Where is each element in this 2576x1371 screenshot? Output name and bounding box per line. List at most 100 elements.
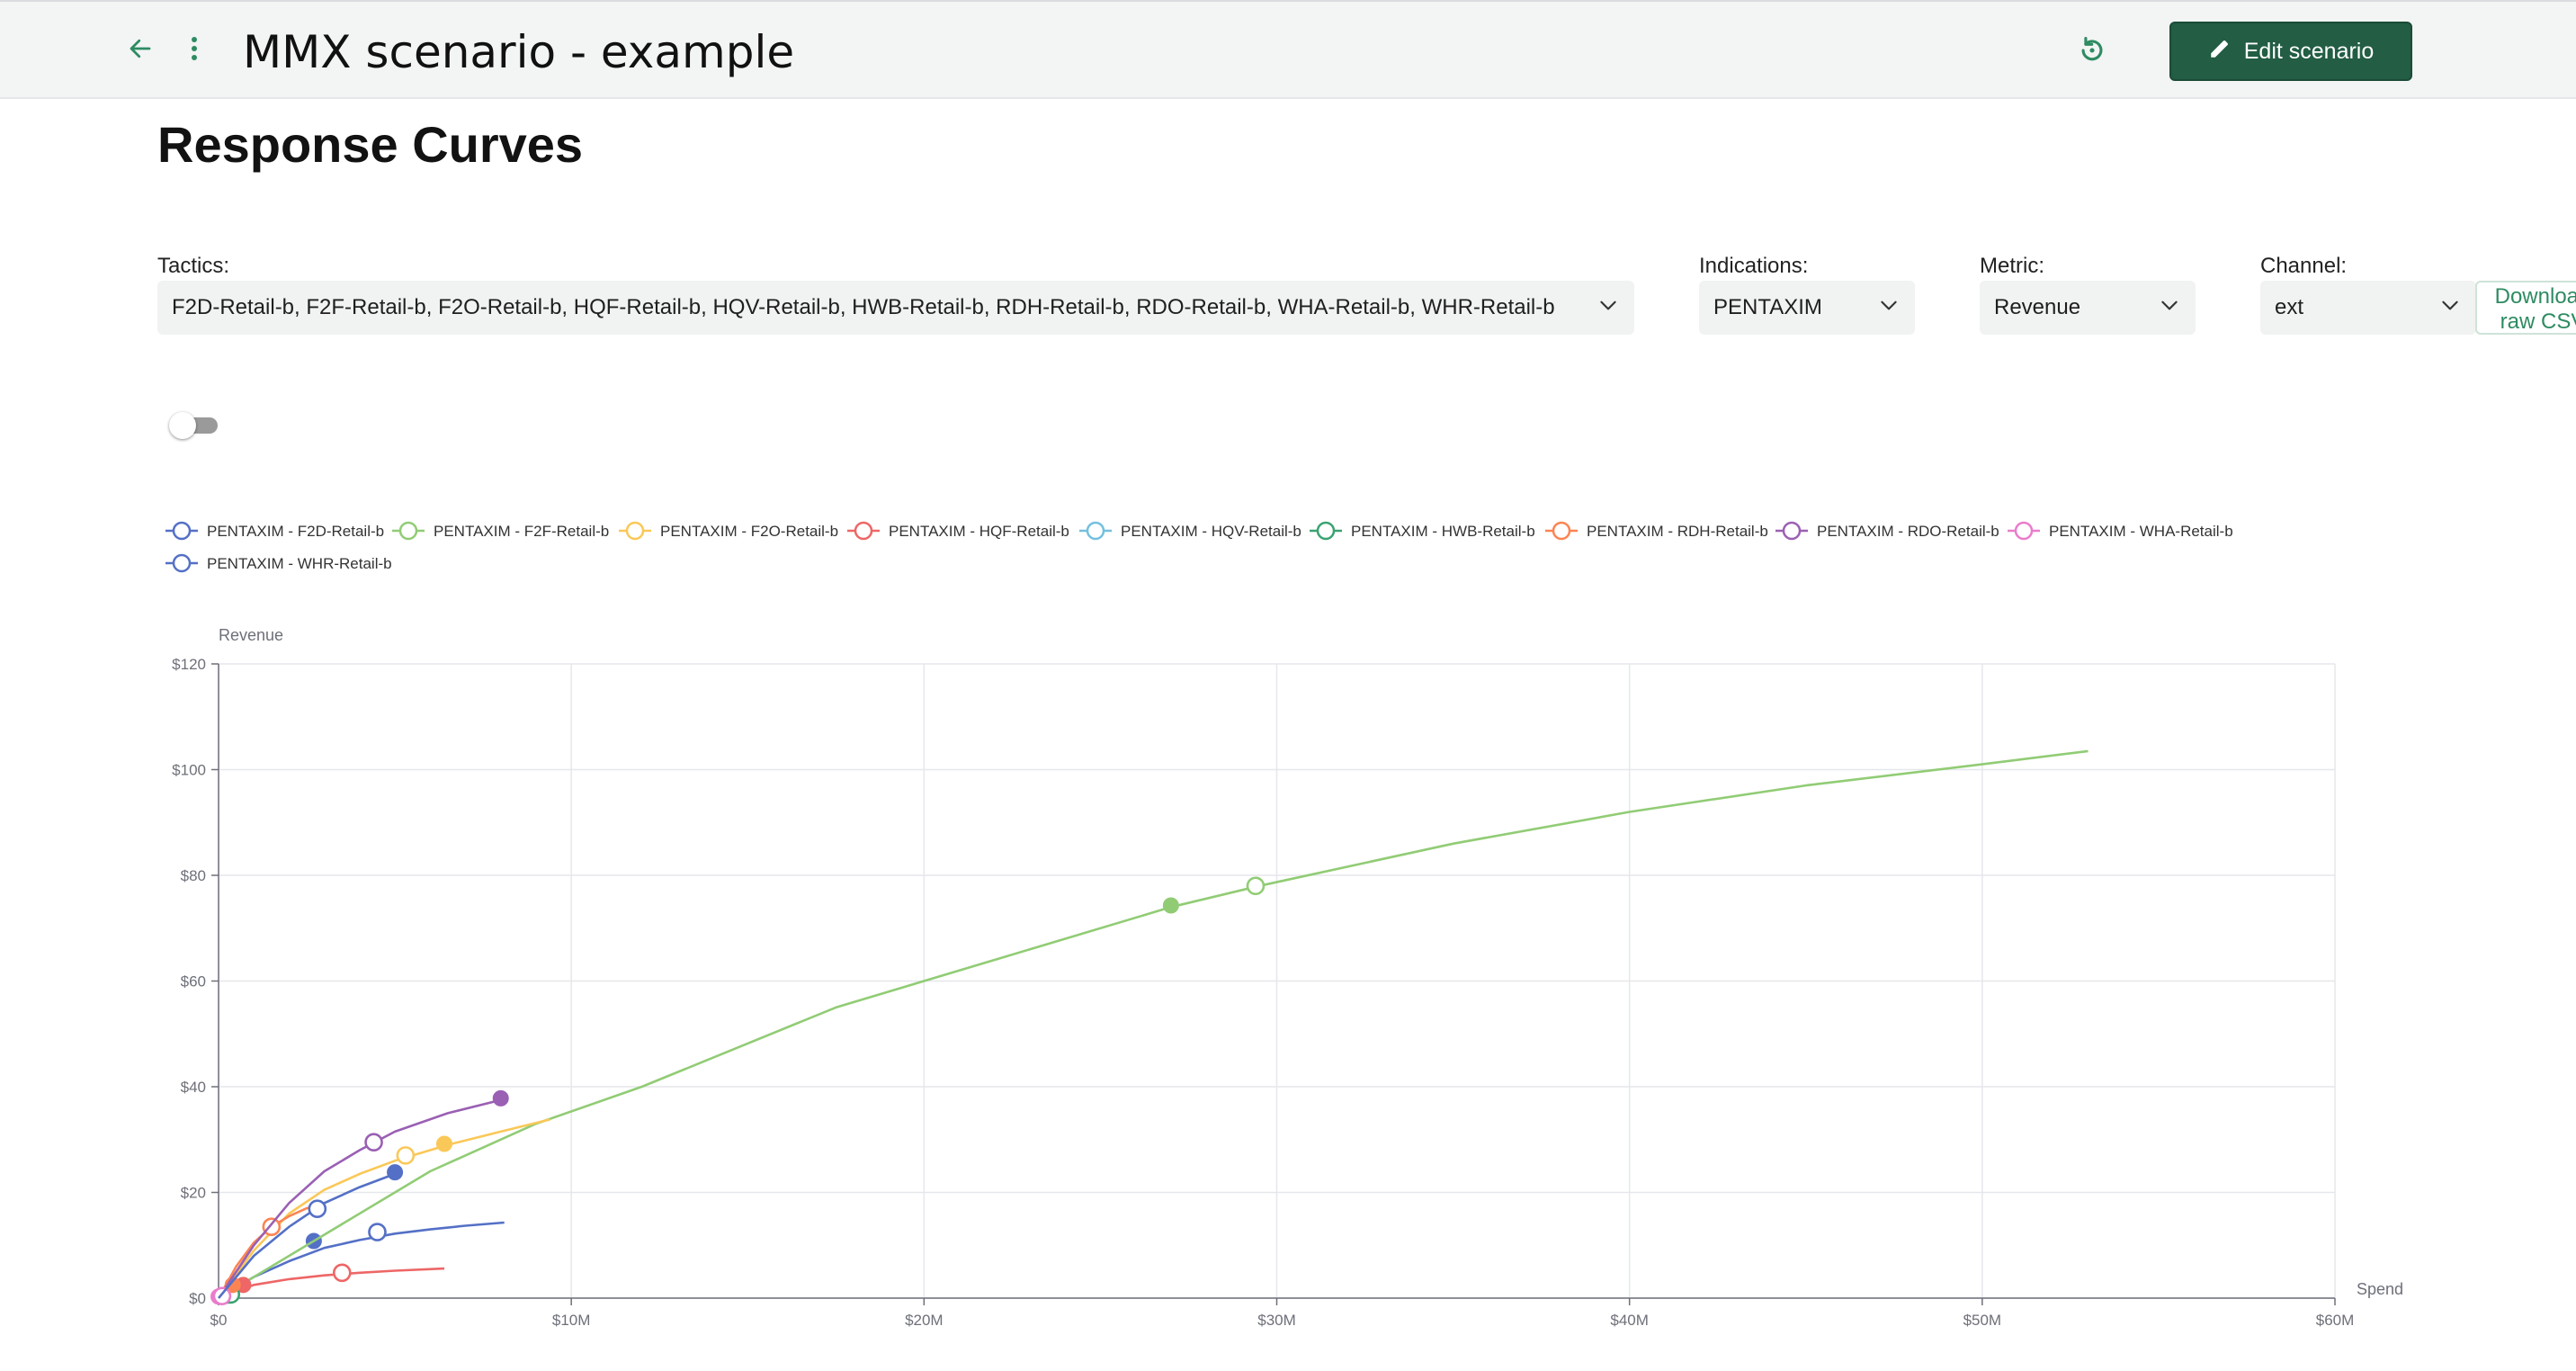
legend-item: PENTAXIM - HQV-Retail-b xyxy=(1079,521,1301,541)
section-title: Response Curves xyxy=(157,116,584,173)
page-title: MMX scenario - example xyxy=(243,26,795,78)
y-tick-label: $100 xyxy=(172,762,206,779)
legend-marker xyxy=(172,521,192,541)
legend-label: PENTAXIM - F2F-Retail-b xyxy=(434,523,609,540)
legend-item: PENTAXIM - F2O-Retail-b xyxy=(619,521,838,541)
legend-marker xyxy=(854,521,873,541)
optimized-point xyxy=(492,1089,509,1107)
optimized-point xyxy=(1162,897,1179,914)
legend-label: PENTAXIM - RDO-Retail-b xyxy=(1817,523,1999,540)
metric-select[interactable]: Revenue xyxy=(1980,281,2196,335)
response-curves-chart: PENTAXIM - F2D-Retail-b PENTAXIM - F2F-Re… xyxy=(165,521,2403,1329)
x-tick-label: $60M xyxy=(2316,1312,2355,1329)
series-line xyxy=(218,1267,445,1300)
legend-marker xyxy=(398,521,418,541)
series-group xyxy=(218,749,2089,1300)
more-options-button[interactable] xyxy=(180,31,209,70)
download-label-line1: Download xyxy=(2494,284,2576,309)
arrow-left-icon xyxy=(127,35,154,67)
legend-item: PENTAXIM - RDH-Retail-b xyxy=(1545,521,1768,541)
legend-marker xyxy=(2014,521,2034,541)
legend-label: PENTAXIM - F2D-Retail-b xyxy=(207,523,384,540)
x-tick-label: $50M xyxy=(1963,1312,2002,1329)
series-group xyxy=(218,1221,505,1300)
optimized-point xyxy=(435,1135,452,1152)
pencil-icon xyxy=(2208,37,2232,67)
indications-value: PENTAXIM xyxy=(1713,295,1822,319)
series-group xyxy=(217,1202,325,1299)
series-line xyxy=(218,1221,505,1300)
optimized-point xyxy=(387,1164,404,1181)
current-point xyxy=(396,1146,416,1165)
legend-item: PENTAXIM - F2D-Retail-b xyxy=(165,521,384,541)
x-tick-label: $0 xyxy=(210,1312,228,1329)
channel-select[interactable]: ext xyxy=(2260,281,2476,335)
download-label-line2: raw CSV xyxy=(2500,309,2576,334)
legend-item: PENTAXIM - RDO-Retail-b xyxy=(1775,521,1999,541)
x-axis-title: Spend xyxy=(2357,1280,2403,1298)
y-tick-label: $60 xyxy=(181,973,206,990)
history-icon xyxy=(2077,35,2107,70)
back-button[interactable] xyxy=(121,31,160,70)
edit-scenario-label: Edit scenario xyxy=(2243,38,2375,64)
y-tick-label: $80 xyxy=(181,867,206,884)
chevron-down-icon xyxy=(2158,293,2181,323)
legend-label: PENTAXIM - HWB-Retail-b xyxy=(1351,523,1535,540)
tactics-label: Tactics: xyxy=(157,254,230,278)
chevron-down-icon xyxy=(1597,293,1620,323)
edit-scenario-button[interactable]: Edit scenario xyxy=(2169,22,2412,81)
top-bar: MMX scenario - example Edit scenario xyxy=(0,0,2576,99)
tactics-value: F2D-Retail-b, F2F-Retail-b, F2O-Retail-b… xyxy=(172,295,1555,319)
legend-label: PENTAXIM - WHR-Retail-b xyxy=(207,555,392,572)
series-line xyxy=(218,749,2089,1300)
download-csv-button[interactable]: Download raw CSV xyxy=(2475,281,2576,335)
x-tick-label: $20M xyxy=(905,1312,944,1329)
current-point xyxy=(368,1223,387,1241)
indications-label: Indications: xyxy=(1699,254,1809,278)
channel-label: Channel: xyxy=(2260,254,2348,278)
more-vertical-icon xyxy=(190,35,199,67)
legend-item: PENTAXIM - HQF-Retail-b xyxy=(847,521,1069,541)
legend-label: PENTAXIM - HQV-Retail-b xyxy=(1121,523,1301,540)
chevron-down-icon xyxy=(2438,293,2462,323)
chevron-down-icon xyxy=(1877,293,1901,323)
y-tick-label: $120 xyxy=(172,656,206,673)
series-line xyxy=(217,1098,502,1299)
y-tick-label: $40 xyxy=(181,1079,206,1096)
legend-item: PENTAXIM - F2F-Retail-b xyxy=(392,521,609,541)
history-button[interactable] xyxy=(2074,34,2110,70)
indications-select[interactable]: PENTAXIM xyxy=(1699,281,1915,335)
y-tick-label: $20 xyxy=(181,1185,206,1202)
channel-value: ext xyxy=(2275,295,2304,319)
toggle-knob xyxy=(169,412,196,439)
x-tick-label: $40M xyxy=(1610,1312,1649,1329)
legend-marker xyxy=(172,553,192,573)
legend-label: PENTAXIM - F2O-Retail-b xyxy=(660,523,838,540)
series-group xyxy=(217,1089,509,1299)
legend-marker xyxy=(1086,521,1105,541)
legend-item: PENTAXIM - HWB-Retail-b xyxy=(1310,521,1535,541)
x-tick-label: $10M xyxy=(552,1312,591,1329)
current-point xyxy=(332,1263,352,1283)
metric-label: Metric: xyxy=(1980,254,2044,278)
legend-label: PENTAXIM - RDH-Retail-b xyxy=(1587,523,1768,540)
legend-item: PENTAXIM - WHA-Retail-b xyxy=(2008,521,2233,541)
legend-marker xyxy=(1316,521,1336,541)
legend-marker xyxy=(625,521,645,541)
x-tick-label: $30M xyxy=(1257,1312,1296,1329)
legend-marker xyxy=(1782,521,1802,541)
view-toggle[interactable] xyxy=(167,412,221,439)
current-point xyxy=(308,1199,327,1219)
legend-label: PENTAXIM - HQF-Retail-b xyxy=(889,523,1069,540)
legend-label: PENTAXIM - WHA-Retail-b xyxy=(2049,523,2233,540)
series-group xyxy=(218,1263,445,1300)
metric-value: Revenue xyxy=(1994,295,2081,319)
tactics-select[interactable]: F2D-Retail-b, F2F-Retail-b, F2O-Retail-b… xyxy=(157,281,1634,335)
legend-item: PENTAXIM - WHR-Retail-b xyxy=(165,553,392,573)
current-point xyxy=(1246,876,1266,896)
current-point xyxy=(364,1133,383,1151)
y-axis-title: Revenue xyxy=(219,626,283,644)
y-tick-label: $0 xyxy=(189,1290,206,1307)
current-point xyxy=(212,1286,232,1305)
legend-marker xyxy=(1552,521,1571,541)
